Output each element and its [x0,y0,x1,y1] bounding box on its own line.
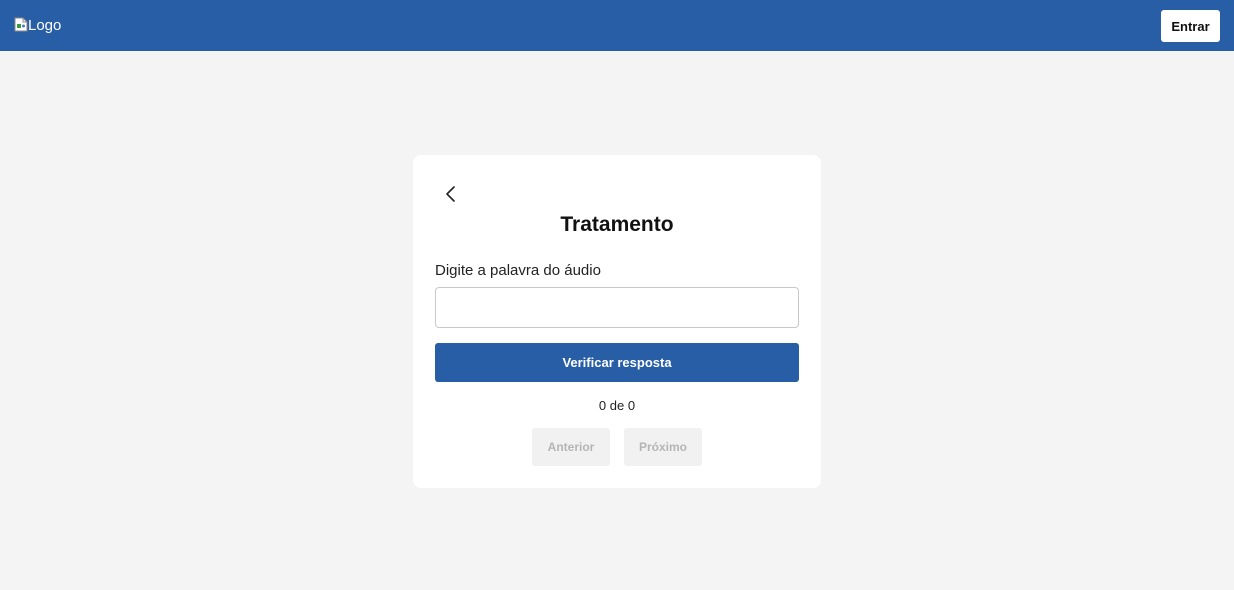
logo-alt-text: Logo [28,17,62,34]
back-button[interactable] [443,183,459,205]
page-title: Tratamento [560,213,674,236]
next-button[interactable]: Próximo [624,428,702,466]
previous-button[interactable]: Anterior [532,428,610,466]
word-field-label: Digite a palavra do áudio [435,262,601,279]
broken-image-icon [14,17,28,32]
training-card: Tratamento Digite a palavra do áudio Ver… [413,155,821,488]
login-button[interactable]: Entrar [1161,10,1220,42]
logo[interactable]: Logo [14,17,61,35]
top-navbar: Logo Entrar [0,0,1234,51]
verify-answer-button[interactable]: Verificar resposta [435,343,799,382]
word-answer-input[interactable] [435,287,799,328]
chevron-left-icon [443,186,459,208]
progress-counter: 0 de 0 [598,398,636,413]
